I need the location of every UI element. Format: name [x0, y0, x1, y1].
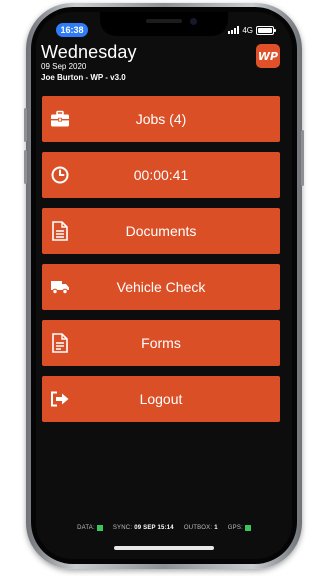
power-button: [301, 130, 304, 186]
gps-status: GPS:: [228, 525, 251, 531]
main-menu: Jobs (4) 00:00:41 Documents Vehicle Chec…: [42, 96, 280, 432]
notch: [100, 12, 228, 36]
forms-label: Forms: [141, 335, 181, 351]
app-screen: 16:38 4G Wednesday 09 Sep 2020 Joe Burto…: [36, 12, 292, 559]
logout-button[interactable]: Logout: [42, 376, 280, 422]
clock-icon: [50, 165, 70, 185]
logout-label: Logout: [139, 391, 183, 407]
timer-button[interactable]: 00:00:41: [42, 152, 280, 198]
data-label: DATA:: [77, 525, 95, 531]
documents-button[interactable]: Documents: [42, 208, 280, 254]
briefcase-icon: [50, 109, 70, 129]
gps-ok-indicator: [244, 525, 251, 531]
jobs-label: Jobs (4): [135, 111, 187, 127]
vehicle-check-label: Vehicle Check: [116, 279, 206, 295]
documents-label: Documents: [125, 223, 197, 239]
date-label: 09 Sep 2020: [41, 62, 87, 71]
sync-value: 09 SEP 15:14: [134, 525, 174, 531]
status-indicators: 4G: [228, 24, 276, 36]
form-icon: [50, 333, 70, 353]
forms-button[interactable]: Forms: [42, 320, 280, 366]
battery-icon: [256, 25, 276, 35]
front-camera: [190, 18, 197, 25]
gps-label: GPS:: [227, 525, 243, 531]
speaker-grille: [146, 19, 182, 23]
outbox-value: 1: [214, 525, 218, 531]
day-title: Wednesday: [41, 42, 137, 62]
home-indicator[interactable]: [114, 546, 214, 550]
volume-up-button: [24, 108, 27, 142]
outbox-label: OUTBOX:: [183, 525, 213, 531]
wp-logo-icon[interactable]: WP: [256, 44, 280, 68]
volume-down-button: [24, 150, 27, 184]
network-type: 4G: [242, 25, 253, 35]
outbox-status: OUTBOX: 1: [184, 525, 218, 531]
signal-icon: [228, 26, 240, 34]
truck-icon: [50, 277, 70, 297]
document-icon: [50, 221, 70, 241]
sync-status: SYNC: 09 SEP 15:14: [113, 525, 174, 531]
status-footer: DATA: SYNC: 09 SEP 15:14 OUTBOX: 1 GPS:: [36, 522, 292, 534]
data-status: DATA:: [77, 525, 103, 531]
jobs-button[interactable]: Jobs (4): [42, 96, 280, 142]
user-label: Joe Burton - WP - v3.0: [41, 73, 126, 82]
vehicle-check-button[interactable]: Vehicle Check: [42, 264, 280, 310]
sync-label: SYNC:: [112, 525, 133, 531]
timer-label: 00:00:41: [133, 167, 189, 183]
logout-arrow-icon: [50, 389, 70, 409]
status-time: 16:38: [56, 23, 88, 37]
data-ok-indicator: [96, 525, 103, 531]
